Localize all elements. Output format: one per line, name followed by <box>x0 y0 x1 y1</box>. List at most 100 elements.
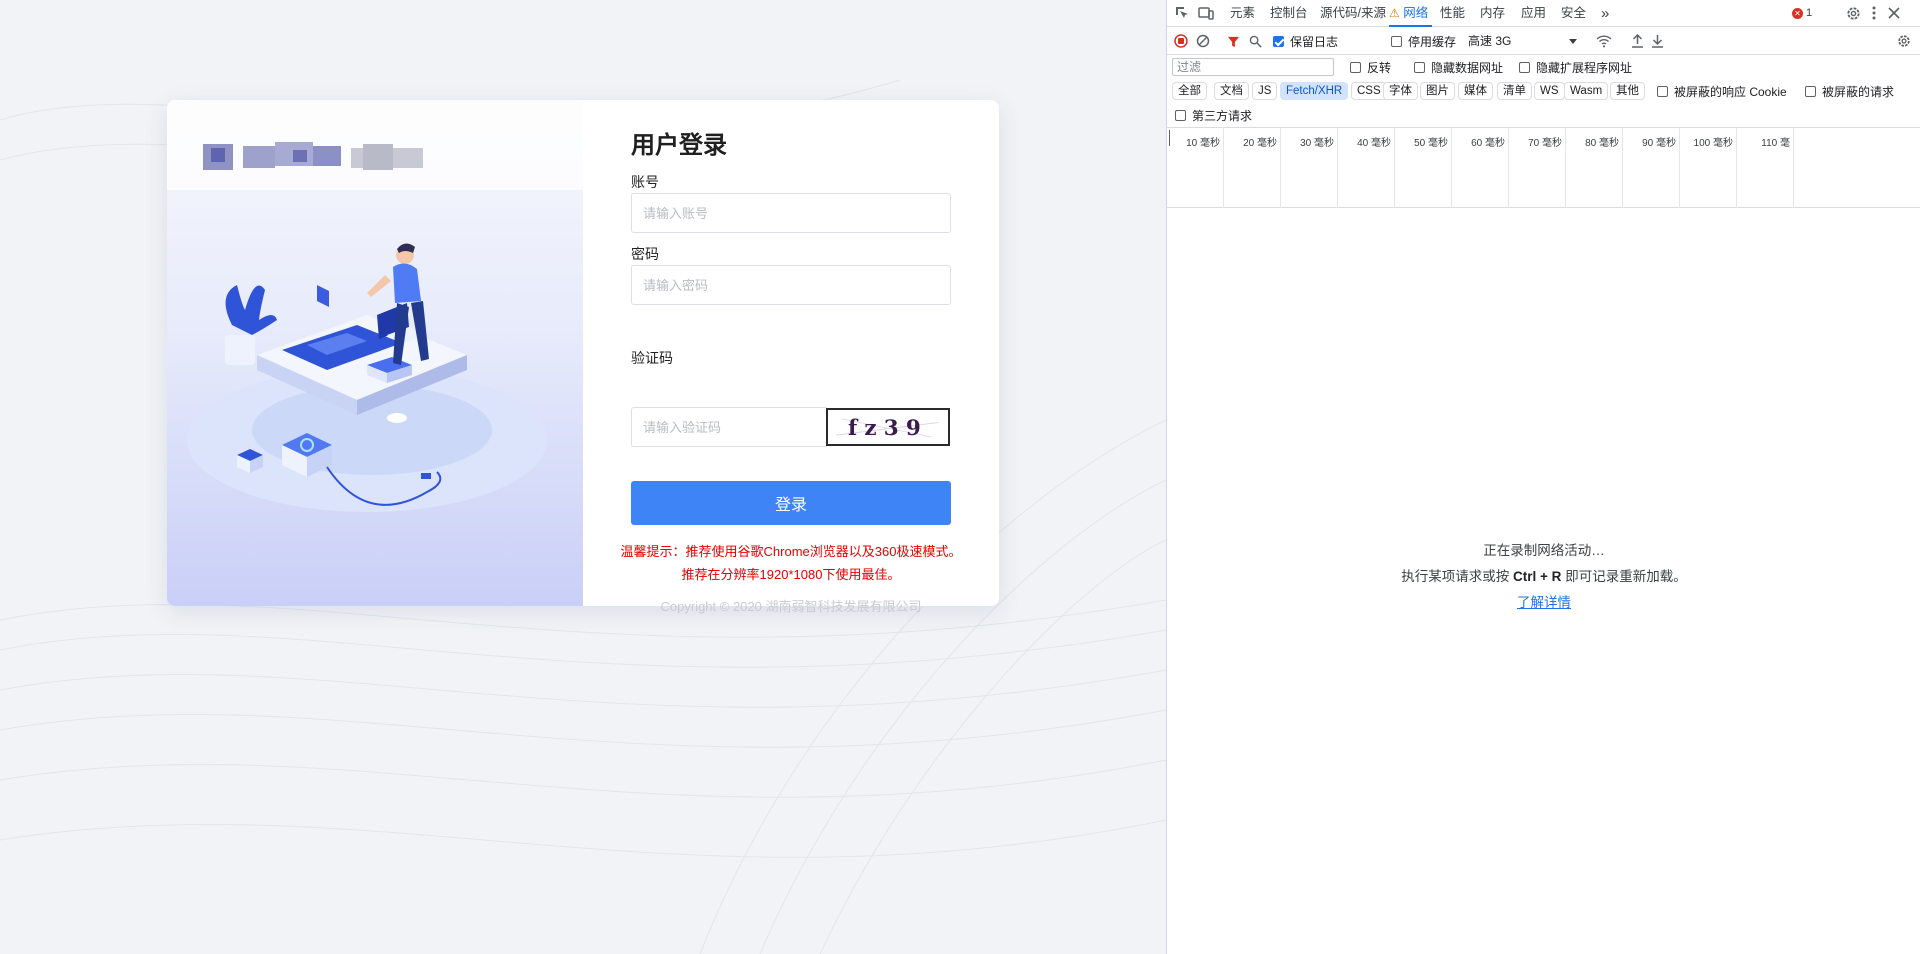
type-font[interactable]: 字体 <box>1383 82 1418 100</box>
type-all[interactable]: 全部 <box>1172 82 1207 100</box>
copyright-text: Copyright © 2020 湖南弱智科技发展有限公司 <box>660 599 922 614</box>
office-illustration <box>187 243 547 512</box>
warning-icon: ⚠ <box>1389 6 1400 20</box>
captcha-image[interactable]: fz39 <box>826 408 950 446</box>
error-count: 1 <box>1805 7 1813 19</box>
learn-more-link[interactable]: 了解详情 <box>1517 595 1571 610</box>
throttle-value: 高速 3G <box>1468 34 1512 48</box>
resource-type-bar: 全部 文档 JS Fetch/XHR CSS 字体 图片 媒体 清单 WS Wa… <box>1167 79 1920 103</box>
reload-shortcut: Ctrl + R <box>1513 569 1562 584</box>
tab-security[interactable]: 安全 <box>1561 0 1586 27</box>
third-party-label: 第三方请求 <box>1192 108 1253 123</box>
tab-network[interactable]: ⚠ 网络 <box>1389 0 1433 27</box>
type-js[interactable]: JS <box>1252 82 1278 100</box>
login-form-panel: 用户登录 账号 密码 验证码 fz39 登录 温馨提示：推荐使用谷歌Chrome… <box>583 100 999 606</box>
type-manifest[interactable]: 清单 <box>1497 82 1532 100</box>
login-page: 用户登录 账号 密码 验证码 fz39 登录 温馨提示：推荐使用谷歌Chrome… <box>0 0 1166 954</box>
tip-line-resolution: 推荐在分辨率1920*1080下使用最佳。 <box>681 567 901 582</box>
clear-icon[interactable] <box>1194 32 1212 50</box>
invert-box-icon <box>1350 61 1361 73</box>
reload-hint: 执行某项请求或按 Ctrl + R 即可记录重新加载。 <box>1167 562 1920 592</box>
third-party-box-icon <box>1175 109 1186 121</box>
type-fetch-xhr[interactable]: Fetch/XHR <box>1280 82 1349 100</box>
tab-sources[interactable]: 源代码/来源 <box>1320 0 1386 27</box>
third-party-checkbox[interactable]: 第三方请求 <box>1175 105 1252 125</box>
blocked-cookies-box-icon <box>1657 85 1668 97</box>
preserve-log-check-icon <box>1273 35 1284 47</box>
disable-cache-checkbox[interactable]: 停用缓存 <box>1391 31 1456 51</box>
preserve-log-checkbox[interactable]: 保留日志 <box>1273 31 1338 51</box>
account-input[interactable] <box>631 193 951 233</box>
type-css[interactable]: CSS <box>1351 82 1387 100</box>
record-stop-icon[interactable] <box>1172 32 1190 50</box>
hide-extension-urls-label: 隐藏扩展程序网址 <box>1536 60 1633 75</box>
error-icon: ✕ <box>1791 7 1803 19</box>
tab-application[interactable]: 应用 <box>1521 0 1546 27</box>
settings-gear-icon[interactable] <box>1844 4 1862 22</box>
filter-bar: 反转 隐藏数据网址 隐藏扩展程序网址 <box>1167 55 1920 79</box>
tab-network-label: 网络 <box>1403 6 1429 20</box>
network-settings-gear-icon[interactable] <box>1895 32 1913 50</box>
hide-extension-urls-box-icon <box>1519 61 1530 73</box>
hide-extension-urls-checkbox[interactable]: 隐藏扩展程序网址 <box>1519 57 1632 77</box>
type-doc[interactable]: 文档 <box>1214 82 1249 100</box>
empty-state: 正在录制网络活动… 执行某项请求或按 Ctrl + R 即可记录重新加载。 了解… <box>1167 540 1920 614</box>
filter-funnel-icon[interactable] <box>1224 32 1242 50</box>
password-input[interactable] <box>631 265 951 305</box>
captcha-text: fz39 <box>848 416 928 441</box>
tab-elements[interactable]: 元素 <box>1230 0 1255 27</box>
throttle-select[interactable]: 高速 3G <box>1468 31 1583 51</box>
hide-data-urls-label: 隐藏数据网址 <box>1431 60 1504 75</box>
more-options-kebab-icon[interactable] <box>1865 4 1883 22</box>
captcha-input[interactable] <box>631 407 827 447</box>
device-toolbar-icon[interactable] <box>1197 4 1215 22</box>
pixelated-logo <box>203 140 493 178</box>
blocked-requests-label: 被屏蔽的请求 <box>1822 84 1895 99</box>
import-har-upload-icon[interactable] <box>1628 32 1646 50</box>
login-card: 用户登录 账号 密码 验证码 fz39 登录 温馨提示：推荐使用谷歌Chrome… <box>167 100 999 606</box>
close-devtools-icon[interactable] <box>1885 4 1903 22</box>
chevron-down-icon <box>1569 39 1577 44</box>
third-party-bar: 第三方请求 <box>1167 103 1920 128</box>
invert-label: 反转 <box>1367 60 1392 75</box>
search-icon[interactable] <box>1246 32 1264 50</box>
login-button[interactable]: 登录 <box>631 481 951 525</box>
export-har-download-icon[interactable] <box>1648 32 1666 50</box>
type-img[interactable]: 图片 <box>1420 82 1455 100</box>
devtools-tab-bar: 元素 控制台 源代码/来源 ⚠ 网络 性能 内存 应用 安全 » ✕ 1 <box>1167 0 1920 27</box>
type-media[interactable]: 媒体 <box>1458 82 1493 100</box>
timeline-gridline <box>1167 128 1794 208</box>
network-overview-timeline[interactable]: 10 毫秒 20 毫秒 30 毫秒 40 毫秒 50 毫秒 60 毫秒 70 毫秒 80 毫秒… <box>1167 128 1920 208</box>
tab-memory[interactable]: 内存 <box>1480 0 1505 27</box>
reload-hint-suffix: 即可记录重新加载。 <box>1561 569 1687 584</box>
filter-input[interactable] <box>1172 58 1334 76</box>
blocked-requests-checkbox[interactable]: 被屏蔽的请求 <box>1805 81 1894 101</box>
type-wasm[interactable]: Wasm <box>1564 82 1609 100</box>
hide-data-urls-box-icon <box>1414 61 1425 73</box>
network-conditions-wifi-icon[interactable] <box>1595 32 1613 50</box>
blocked-cookies-checkbox[interactable]: 被屏蔽的响应 Cookie <box>1657 81 1787 101</box>
tab-console[interactable]: 控制台 <box>1270 0 1308 27</box>
inspect-element-icon[interactable] <box>1173 4 1191 22</box>
type-ws[interactable]: WS <box>1534 82 1565 100</box>
disable-cache-label: 停用缓存 <box>1408 34 1457 49</box>
reload-hint-prefix: 执行某项请求或按 <box>1401 569 1514 584</box>
disable-cache-box-icon <box>1391 35 1402 47</box>
error-counter[interactable]: ✕ 1 <box>1787 4 1817 22</box>
devtools-panel: 元素 控制台 源代码/来源 ⚠ 网络 性能 内存 应用 安全 » ✕ 1 保留日… <box>1166 0 1920 954</box>
timeline-tick-label: 110 毫 <box>1761 138 1790 149</box>
network-toolbar: 保留日志 停用缓存 高速 3G <box>1167 27 1920 55</box>
more-tabs-chevron-icon[interactable]: » <box>1601 0 1609 27</box>
tab-performance[interactable]: 性能 <box>1440 0 1465 27</box>
type-other[interactable]: 其他 <box>1610 82 1645 100</box>
tip-line-browser: 温馨提示：推荐使用谷歌Chrome浏览器以及360极速模式。 <box>620 544 962 559</box>
blocked-requests-box-icon <box>1805 85 1816 97</box>
recording-message: 正在录制网络活动… <box>1483 543 1605 558</box>
password-label: 密码 <box>631 247 659 263</box>
account-label: 账号 <box>631 175 659 191</box>
login-title: 用户登录 <box>631 131 727 159</box>
invert-checkbox[interactable]: 反转 <box>1350 57 1391 77</box>
card-illustration-panel <box>167 100 583 606</box>
captcha-label: 验证码 <box>631 351 673 367</box>
hide-data-urls-checkbox[interactable]: 隐藏数据网址 <box>1414 57 1503 77</box>
